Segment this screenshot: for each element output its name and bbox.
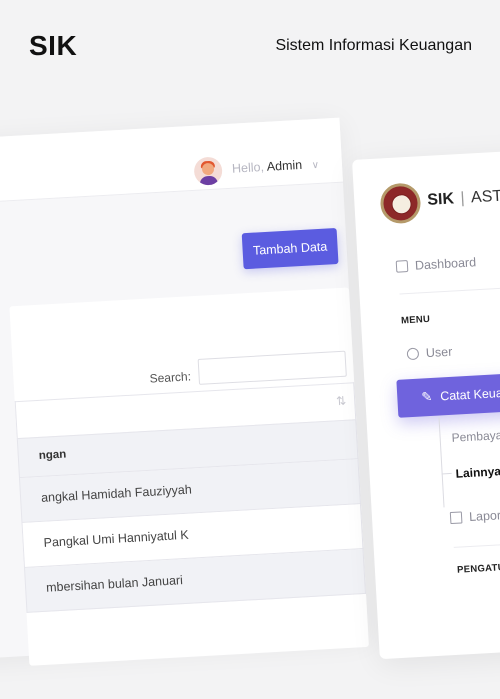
section-title-menu: MENU bbox=[400, 313, 431, 327]
brand-logo: SIK bbox=[29, 30, 78, 61]
sort-icon[interactable]: ⇅ bbox=[336, 394, 347, 409]
sidebar-logo-text: SIK | ASTR bbox=[427, 187, 500, 210]
data-table: ⇅ ngan angkal Hamidah Fauziyyah Pangkal … bbox=[14, 382, 367, 613]
submenu-line bbox=[438, 417, 445, 508]
sidebar-panel: SIK | ASTR Dashboard MENU User ✎ Catat Ke… bbox=[352, 146, 500, 660]
column-header-label: ngan bbox=[38, 448, 67, 462]
logo-subtitle: ASTR bbox=[470, 187, 500, 207]
submenu-item-pembayaran[interactable]: Pembayaran bbox=[451, 427, 500, 445]
search-label: Search: bbox=[149, 369, 192, 386]
submenu-item-lainnya[interactable]: Lainnya bbox=[455, 464, 500, 481]
table-cell: Pangkal Umi Hanniyatul K bbox=[43, 527, 190, 550]
sidebar-item-label: Catat Keuan bbox=[439, 385, 500, 404]
greeting-username: Admin bbox=[266, 157, 303, 174]
sidebar-item-laporan[interactable]: Laporan bbox=[449, 507, 500, 525]
add-data-button[interactable]: Tambah Data bbox=[241, 228, 339, 270]
submenu-tick bbox=[441, 472, 452, 475]
sidebar-item-label: Dashboard bbox=[414, 255, 477, 273]
page-header: SIK Sistem Informasi Keuangan bbox=[0, 0, 500, 92]
pencil-icon: ✎ bbox=[420, 388, 433, 405]
avatar-face bbox=[201, 162, 215, 176]
avatar-body bbox=[199, 175, 219, 186]
logo-brand: SIK bbox=[426, 190, 455, 209]
sidebar-item-label: User bbox=[425, 344, 453, 361]
tagline: Sistem Informasi Keuangan bbox=[275, 37, 472, 54]
section-title-pengaturan: PENGATURAN bbox=[456, 560, 500, 576]
greeting-hello: Hello, bbox=[231, 159, 265, 176]
sidebar-item-catat-keuangan[interactable]: ✎ Catat Keuan bbox=[396, 367, 500, 418]
sidebar-item-label: Laporan bbox=[468, 507, 500, 525]
divider bbox=[453, 535, 500, 548]
book-icon bbox=[449, 511, 463, 525]
divider bbox=[399, 282, 500, 295]
table-cell: mbersihan bulan Januari bbox=[45, 573, 184, 595]
chevron-down-icon[interactable]: ∨ bbox=[311, 160, 319, 171]
user-icon bbox=[406, 347, 420, 361]
table-cell: angkal Hamidah Fauziyyah bbox=[40, 482, 193, 505]
sidebar-item-dashboard[interactable]: Dashboard bbox=[395, 255, 477, 273]
sidebar-item-user[interactable]: User bbox=[406, 344, 453, 362]
school-logo-icon bbox=[379, 182, 422, 225]
right-screenshot: SIK | ASTR Dashboard MENU User ✎ Catat Ke… bbox=[352, 146, 500, 680]
left-screenshot: Hello, Admin ∨ Tambah Data Search: ⇅ nga… bbox=[0, 117, 371, 699]
logo-separator: | bbox=[459, 189, 466, 207]
home-icon bbox=[395, 260, 409, 273]
main-panel: Hello, Admin ∨ Tambah Data Search: ⇅ nga… bbox=[0, 117, 369, 666]
